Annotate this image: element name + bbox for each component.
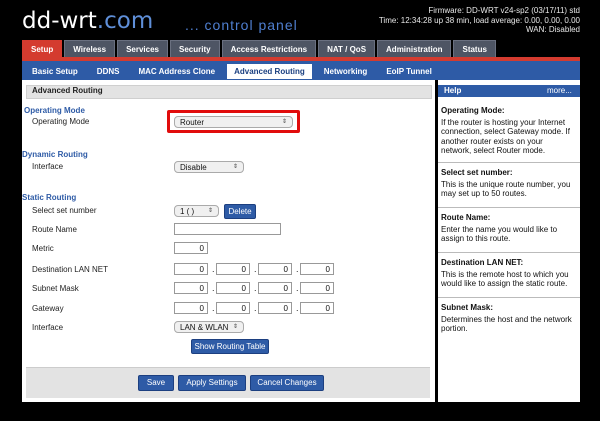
cancel-changes-button[interactable]: Cancel Changes	[250, 375, 324, 391]
subtab-advanced-routing[interactable]: Advanced Routing	[226, 63, 313, 80]
static-routing-legend: Static Routing	[22, 193, 77, 202]
set-number-label: Select set number	[32, 206, 97, 215]
subtab-basic-setup[interactable]: Basic Setup	[24, 63, 86, 80]
help-divider	[438, 252, 580, 253]
operating-mode-legend: Operating Mode	[24, 106, 85, 115]
dynamic-interface-select[interactable]: Disable ⇕	[174, 161, 244, 173]
static-interface-select[interactable]: LAN & WLAN ⇕	[174, 321, 244, 333]
status-info: Firmware: DD-WRT v24-sp2 (03/17/11) std …	[379, 6, 580, 35]
static-interface-label: Interface	[32, 323, 64, 332]
help-section-text: This is the remote host to which you wou…	[441, 269, 569, 289]
subnet-octet-4[interactable]: 0	[300, 282, 334, 294]
dest-octet-2[interactable]: 0	[216, 263, 250, 275]
subtab-eoip-tunnel[interactable]: EoIP Tunnel	[378, 63, 440, 80]
help-section-title: Select set number:	[441, 168, 513, 177]
help-section-title: Route Name:	[441, 213, 491, 222]
control-panel-subtitle: ... control panel	[185, 17, 298, 33]
gateway-octet-3[interactable]: 0	[258, 302, 292, 314]
wan-status: WAN: Disabled	[526, 25, 580, 34]
help-divider	[438, 297, 580, 298]
save-button[interactable]: Save	[138, 375, 174, 391]
tab-security[interactable]: Security	[170, 40, 220, 57]
logo-main: dd-wrt	[22, 8, 97, 34]
delete-button[interactable]: Delete	[224, 204, 256, 219]
help-section-text: This is the unique route number, you may…	[441, 179, 571, 199]
help-section-set-number: Select set number: This is the unique ro…	[441, 168, 575, 199]
tab-status[interactable]: Status	[453, 40, 496, 57]
help-section-text: Determines the host and the network port…	[441, 314, 572, 334]
help-more-link[interactable]: more...	[547, 86, 572, 95]
subnet-octet-3[interactable]: 0	[258, 282, 292, 294]
help-title: Help	[444, 86, 462, 95]
uptime-text: Time: 12:34:28 up 38 min, load average: …	[378, 15, 580, 25]
dot-separator: .	[296, 264, 299, 274]
tab-wireless[interactable]: Wireless	[64, 40, 116, 57]
dot-separator: .	[212, 303, 215, 313]
help-section-destination: Destination LAN NET: This is the remote …	[441, 258, 575, 289]
subnet-octet-1[interactable]: 0	[174, 282, 208, 294]
dynamic-interface-label: Interface	[32, 162, 64, 171]
gateway-octet-4[interactable]: 0	[300, 302, 334, 314]
help-section-route-name: Route Name: Enter the name you would lik…	[441, 213, 575, 244]
tab-administration[interactable]: Administration	[377, 40, 452, 57]
help-section-title: Operating Mode:	[441, 106, 505, 115]
dest-octet-1[interactable]: 0	[174, 263, 208, 275]
select-arrows-icon: ⇕	[232, 324, 238, 330]
subtab-mac-address-clone[interactable]: MAC Address Clone	[130, 63, 224, 80]
gateway-octet-2[interactable]: 0	[216, 302, 250, 314]
help-divider	[438, 162, 580, 163]
logo-suffix: .com	[96, 8, 154, 34]
help-divider	[438, 207, 580, 208]
operating-mode-label: Operating Mode	[32, 117, 90, 126]
help-section-text: If the router is hosting your Internet c…	[441, 117, 570, 156]
dest-octet-3[interactable]: 0	[258, 263, 292, 275]
select-arrows-icon: ⇕	[232, 164, 238, 170]
dot-separator: .	[212, 283, 215, 293]
subnet-mask-label: Subnet Mask	[32, 284, 79, 293]
red-highlight-box	[167, 110, 300, 133]
main-tabs: Setup Wireless Services Security Access …	[22, 40, 498, 57]
dot-separator: .	[254, 264, 257, 274]
subtab-ddns[interactable]: DDNS	[88, 63, 128, 80]
metric-input[interactable]: 0	[174, 242, 208, 254]
help-section-operating-mode: Operating Mode: If the router is hosting…	[441, 106, 575, 156]
logo: dd-wrt.com	[22, 8, 153, 34]
tab-setup[interactable]: Setup	[22, 40, 63, 57]
help-section-text: Enter the name you would like to assign …	[441, 224, 558, 244]
metric-label: Metric	[32, 244, 54, 253]
select-arrows-icon: ⇕	[207, 208, 213, 214]
dynamic-routing-legend: Dynamic Routing	[22, 150, 88, 159]
tab-services[interactable]: Services	[117, 40, 168, 57]
gateway-octet-1[interactable]: 0	[174, 302, 208, 314]
set-number-select[interactable]: 1 ( ) ⇕	[174, 205, 219, 217]
subtab-networking[interactable]: Networking	[315, 63, 376, 80]
subnet-octet-2[interactable]: 0	[216, 282, 250, 294]
panel-title: Advanced Routing	[32, 86, 103, 95]
tab-access-restrictions[interactable]: Access Restrictions	[221, 40, 317, 57]
help-section-subnet-mask: Subnet Mask: Determines the host and the…	[441, 303, 575, 334]
gateway-label: Gateway	[32, 304, 64, 313]
apply-settings-button[interactable]: Apply Settings	[178, 375, 246, 391]
firmware-text: Firmware: DD-WRT v24-sp2 (03/17/11) std	[428, 6, 580, 15]
static-interface-value: LAN & WLAN	[180, 323, 229, 332]
dot-separator: .	[254, 283, 257, 293]
dot-separator: .	[296, 283, 299, 293]
help-section-title: Subnet Mask:	[441, 303, 494, 312]
route-name-input[interactable]	[174, 223, 281, 235]
sub-tabs: Basic Setup DDNS MAC Address Clone Advan…	[24, 63, 443, 80]
destination-label: Destination LAN NET	[32, 265, 109, 274]
tab-nat-qos[interactable]: NAT / QoS	[318, 40, 376, 57]
dot-separator: .	[296, 303, 299, 313]
help-section-title: Destination LAN NET:	[441, 258, 524, 267]
dot-separator: .	[212, 264, 215, 274]
dynamic-interface-value: Disable	[180, 163, 207, 172]
route-name-label: Route Name	[32, 225, 77, 234]
dot-separator: .	[254, 303, 257, 313]
set-number-value: 1 ( )	[180, 207, 195, 216]
dest-octet-4[interactable]: 0	[300, 263, 334, 275]
show-routing-table-button[interactable]: Show Routing Table	[191, 339, 269, 354]
